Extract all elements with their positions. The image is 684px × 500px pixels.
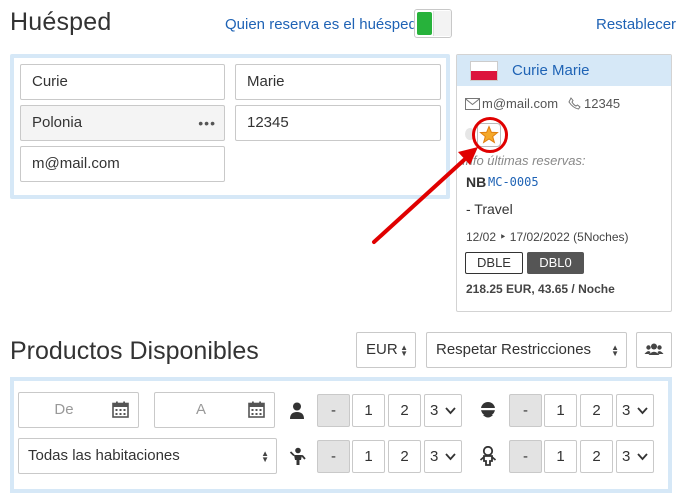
select-arrows-icon: ▲ ▼ bbox=[261, 448, 269, 464]
juniors-1-button[interactable]: 1 bbox=[352, 440, 385, 473]
last-name-input[interactable]: Curie bbox=[20, 64, 225, 100]
children-more-dropdown[interactable]: 3 bbox=[616, 394, 654, 427]
poland-flag-icon bbox=[470, 61, 498, 81]
chevron-down-icon bbox=[637, 453, 648, 461]
nb-label: NB bbox=[466, 174, 487, 190]
guest-card-phone: 12345 bbox=[584, 96, 621, 111]
email-input[interactable]: m@mail.com bbox=[20, 146, 225, 182]
first-name-input[interactable]: Marie bbox=[235, 64, 441, 100]
more-options-icon[interactable]: ••• bbox=[198, 106, 216, 140]
date-to-placeholder: A bbox=[195, 401, 206, 418]
guest-section-title: Huésped bbox=[10, 8, 112, 36]
adult-icon bbox=[290, 402, 304, 419]
currency-value: EUR bbox=[366, 341, 398, 358]
products-section-title: Productos Disponibles bbox=[10, 337, 259, 365]
toggle-track bbox=[433, 11, 451, 36]
baby-icon bbox=[479, 446, 497, 466]
booker-is-guest-toggle[interactable] bbox=[414, 9, 452, 38]
last-bookings-label: Info últimas reservas: bbox=[462, 153, 586, 168]
adults-2-button[interactable]: 2 bbox=[388, 394, 421, 427]
postal-code-input[interactable]: 12345 bbox=[235, 105, 441, 141]
guest-card-name[interactable]: Curie Marie bbox=[512, 62, 590, 79]
rooms-select-value: Todas las habitaciones bbox=[28, 447, 180, 464]
restrictions-select[interactable]: Respetar Restricciones ▲ ▼ bbox=[426, 332, 627, 368]
select-arrows-icon: ▲ ▼ bbox=[611, 342, 619, 358]
children-2-button[interactable]: 2 bbox=[580, 394, 613, 427]
babies-1-button[interactable]: 1 bbox=[544, 440, 577, 473]
juniors-minus-button[interactable]: - bbox=[317, 440, 350, 473]
mail-icon bbox=[465, 98, 480, 110]
babies-minus-button[interactable]: - bbox=[509, 440, 542, 473]
users-icon bbox=[644, 343, 664, 355]
booker-is-guest-label[interactable]: Quien reserva es el huésped bbox=[225, 16, 417, 33]
calendar-icon[interactable] bbox=[248, 401, 265, 418]
adults-more-dropdown[interactable]: 3 bbox=[424, 394, 462, 427]
juniors-more-value: 3 bbox=[430, 448, 439, 465]
group-guests-button[interactable] bbox=[636, 332, 672, 368]
adults-more-value: 3 bbox=[430, 402, 439, 419]
date-from-input[interactable]: De bbox=[18, 392, 139, 428]
child-icon bbox=[481, 402, 495, 418]
chevron-down-icon bbox=[637, 407, 648, 415]
annotation-highlight-circle bbox=[472, 117, 508, 153]
babies-more-dropdown[interactable]: 3 bbox=[616, 440, 654, 473]
guest-card-email: m@mail.com bbox=[482, 96, 559, 111]
country-value: Polonia bbox=[32, 114, 83, 131]
rooms-select[interactable]: Todas las habitaciones ▲ ▼ bbox=[18, 438, 277, 474]
reservation-code-link[interactable]: MC-0005 bbox=[488, 175, 539, 189]
date-to-input[interactable]: A bbox=[154, 392, 275, 428]
booking-price: 218.25 EUR, 43.65 / Noche bbox=[466, 282, 615, 296]
juniors-2-button[interactable]: 2 bbox=[388, 440, 421, 473]
chevron-down-icon bbox=[445, 453, 456, 461]
chevron-down-icon bbox=[445, 407, 456, 415]
toggle-knob bbox=[417, 12, 432, 35]
adults-minus-button[interactable]: - bbox=[317, 394, 350, 427]
babies-2-button[interactable]: 2 bbox=[580, 440, 613, 473]
currency-select[interactable]: EUR ▲ ▼ bbox=[356, 332, 416, 368]
juniors-more-dropdown[interactable]: 3 bbox=[424, 440, 462, 473]
room-type-badge: DBLE bbox=[465, 252, 523, 274]
reset-link[interactable]: Restablecer bbox=[596, 16, 676, 33]
children-1-button[interactable]: 1 bbox=[544, 394, 577, 427]
select-arrows-icon: ▲ ▼ bbox=[400, 342, 408, 358]
booking-dates: 12/02 ‣ 17/02/2022 (5Noches) bbox=[466, 230, 629, 244]
date-from-placeholder: De bbox=[54, 401, 74, 418]
country-select[interactable]: Polonia ••• bbox=[20, 105, 225, 141]
calendar-icon[interactable] bbox=[112, 401, 129, 418]
rate-badge: DBL0 bbox=[527, 252, 584, 274]
restrictions-value: Respetar Restricciones bbox=[436, 341, 592, 358]
adults-1-button[interactable]: 1 bbox=[352, 394, 385, 427]
junior-icon bbox=[289, 447, 306, 465]
children-more-value: 3 bbox=[622, 402, 631, 419]
phone-icon bbox=[568, 97, 581, 110]
babies-more-value: 3 bbox=[622, 448, 631, 465]
booking-channel: - Travel bbox=[466, 201, 513, 217]
children-minus-button[interactable]: - bbox=[509, 394, 542, 427]
